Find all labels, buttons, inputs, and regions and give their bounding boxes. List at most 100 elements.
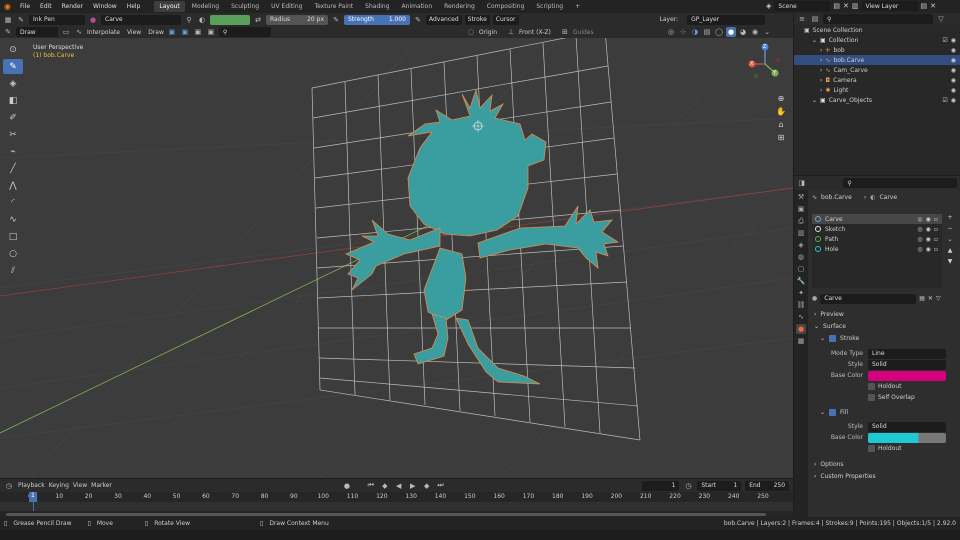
menu-edit[interactable]: Edit <box>36 3 56 10</box>
select-stroke-icon[interactable]: ▣ <box>193 27 203 37</box>
eye-icon[interactable]: ◉ <box>926 216 931 223</box>
prev-key-icon[interactable]: ◆ <box>380 481 390 491</box>
brush-selector[interactable]: Ink Pen <box>29 14 85 25</box>
outliner-item[interactable]: › ◘ Camera ◉ <box>794 75 960 85</box>
mode-selector[interactable]: Draw <box>16 27 58 37</box>
material-copy-icon[interactable]: ▤ <box>919 295 925 302</box>
eye-icon[interactable]: ◉ <box>926 236 931 243</box>
radius-field[interactable]: Radius 20 px <box>266 14 328 25</box>
pin-icon[interactable]: ⚲ <box>184 15 194 25</box>
visibility-eye-icon[interactable]: ◉ <box>951 47 956 54</box>
strength-pressure-icon[interactable]: ✎ <box>413 15 423 25</box>
tab-layout[interactable]: Layout <box>154 1 185 12</box>
blender-logo-icon[interactable]: ◉ <box>4 2 11 11</box>
character-drawing[interactable] <box>344 88 620 385</box>
interpolate-menu[interactable]: Interpolate <box>87 29 120 36</box>
visibility-eye-icon[interactable]: ◉ <box>951 77 956 84</box>
object-tab-icon[interactable]: ▢ <box>796 264 806 274</box>
arc-tool-icon[interactable]: ◜ <box>3 195 23 210</box>
material-slot[interactable]: Carve ◎ ◉ ▫ <box>812 214 942 224</box>
properties-search-field[interactable]: ⚲ <box>843 178 957 188</box>
preview-panel-header[interactable]: › Preview <box>808 309 960 320</box>
select-box-icon[interactable]: ▣ <box>167 27 177 37</box>
menu-render[interactable]: Render <box>58 3 87 10</box>
outliner-item[interactable]: ⌄ ▣ Carve_Objects ☑ ◉ <box>794 95 960 105</box>
cutter-tool-icon[interactable]: ✂ <box>3 127 23 142</box>
eye-icon[interactable]: ◉ <box>926 246 931 253</box>
playhead[interactable]: 1 <box>29 492 37 502</box>
viewport-search-field[interactable]: ⚲ <box>218 27 271 37</box>
shading-rendered-icon[interactable]: ◉ <box>750 27 760 37</box>
playback-menu[interactable]: Playback <box>18 482 45 489</box>
outliner-scene-collection[interactable]: ▣ Scene Collection <box>794 25 960 35</box>
current-frame-field[interactable]: 1 <box>641 480 680 491</box>
select-point-icon[interactable]: ▣ <box>180 27 190 37</box>
timeline-track[interactable] <box>0 502 793 511</box>
view-menu[interactable]: View <box>127 29 141 36</box>
tab-compositing[interactable]: Compositing <box>482 1 530 12</box>
play-reverse-icon[interactable]: ◀ <box>394 481 404 491</box>
add-slot-icon[interactable]: + <box>947 214 952 221</box>
brush-icon[interactable]: ✎ <box>16 15 26 25</box>
preview-range-icon[interactable]: ◷ <box>683 481 693 491</box>
lock-icon[interactable]: ◎ <box>917 246 922 253</box>
exclude-checkbox-icon[interactable]: ☑ <box>942 37 947 44</box>
fill-checkbox[interactable] <box>829 409 837 416</box>
onion-icon[interactable]: ▫ <box>934 246 938 253</box>
timeline-scroll-thumb[interactable] <box>6 512 766 516</box>
onion-icon[interactable]: ▫ <box>934 226 938 233</box>
vertex-color-swatch[interactable] <box>210 14 250 25</box>
zoom-icon[interactable]: ⊕ <box>778 94 785 103</box>
properties-editor-icon[interactable]: ◨ <box>797 178 806 188</box>
options-panel-header[interactable]: › Options <box>808 459 960 470</box>
3d-viewport[interactable]: User Perspective (1) bob.Carve Z X Y ⊙ ✎… <box>0 38 793 478</box>
gizmo-icon[interactable]: ⊹ <box>678 27 688 37</box>
record-icon[interactable]: ● <box>342 481 352 491</box>
material-browse-icon[interactable]: ● <box>812 295 817 302</box>
modifier-tab-icon[interactable]: 🔧 <box>796 276 806 286</box>
play-icon[interactable]: ▶ <box>408 481 418 491</box>
view-layer-close-icon[interactable]: ✕ <box>930 2 936 10</box>
tab-shading[interactable]: Shading <box>360 1 394 12</box>
line-tool-icon[interactable]: ╱ <box>3 161 23 176</box>
erase-tool-icon[interactable]: ◧ <box>3 93 23 108</box>
cursor-dropdown[interactable]: Cursor <box>492 14 519 25</box>
tool-tab-icon[interactable]: ⚒ <box>796 192 806 202</box>
constraints-tab-icon[interactable]: ⛓ <box>796 300 806 310</box>
outliner-item[interactable]: › ✺ Light ◉ <box>794 85 960 95</box>
material-slot[interactable]: Sketch ◎ ◉ ▫ <box>812 224 942 234</box>
material-slot[interactable]: Hole ◎ ◉ ▫ <box>812 244 942 254</box>
marker-menu[interactable]: Marker <box>91 482 112 489</box>
multiframe-icon[interactable]: ▭ <box>61 27 71 37</box>
expand-arrow-icon[interactable]: › <box>820 87 822 94</box>
menu-file[interactable]: File <box>16 3 34 10</box>
fill-tool-icon[interactable]: ◈ <box>3 76 23 91</box>
jump-start-icon[interactable]: ⏮ <box>366 481 376 491</box>
visibility-eye-icon[interactable]: ◉ <box>951 57 956 64</box>
eye-icon[interactable]: ◉ <box>926 226 931 233</box>
mode-type-dropdown[interactable]: Line <box>868 348 946 359</box>
tab-scripting[interactable]: Scripting <box>531 1 568 12</box>
outliner-item[interactable]: › ∿ bob.Carve ◉ <box>794 55 960 65</box>
xray-icon[interactable]: ▤ <box>702 27 712 37</box>
output-tab-icon[interactable]: ⎙ <box>796 216 806 226</box>
lock-icon[interactable]: ◎ <box>917 216 922 223</box>
editor-type-icon[interactable]: ▦ <box>3 15 13 25</box>
visibility-eye-icon[interactable]: ◉ <box>951 97 956 104</box>
onion-icon[interactable]: ▫ <box>934 216 938 223</box>
draw-menu[interactable]: Draw <box>148 29 164 36</box>
advanced-dropdown[interactable]: Advanced <box>426 14 462 25</box>
stroke-checkbox[interactable] <box>829 335 837 342</box>
render-tab-icon[interactable]: ▣ <box>796 204 806 214</box>
data-tab-icon[interactable]: ∿ <box>796 312 806 322</box>
surface-panel-header[interactable]: ⌄ Surface <box>808 321 960 332</box>
custom-properties-header[interactable]: › Custom Properties <box>808 471 960 482</box>
visibility-icon[interactable]: ◎ <box>666 27 676 37</box>
scene-new-icon[interactable]: ▤ <box>833 2 840 10</box>
visibility-eye-icon[interactable]: ◉ <box>951 67 956 74</box>
expand-arrow-icon[interactable]: › <box>820 77 822 84</box>
expand-arrow-icon[interactable]: › <box>820 47 822 54</box>
jump-end-icon[interactable]: ⏭ <box>436 481 446 491</box>
circle-tool-icon[interactable]: ○ <box>3 246 23 261</box>
expand-arrow-icon[interactable]: ⌄ <box>812 37 817 44</box>
